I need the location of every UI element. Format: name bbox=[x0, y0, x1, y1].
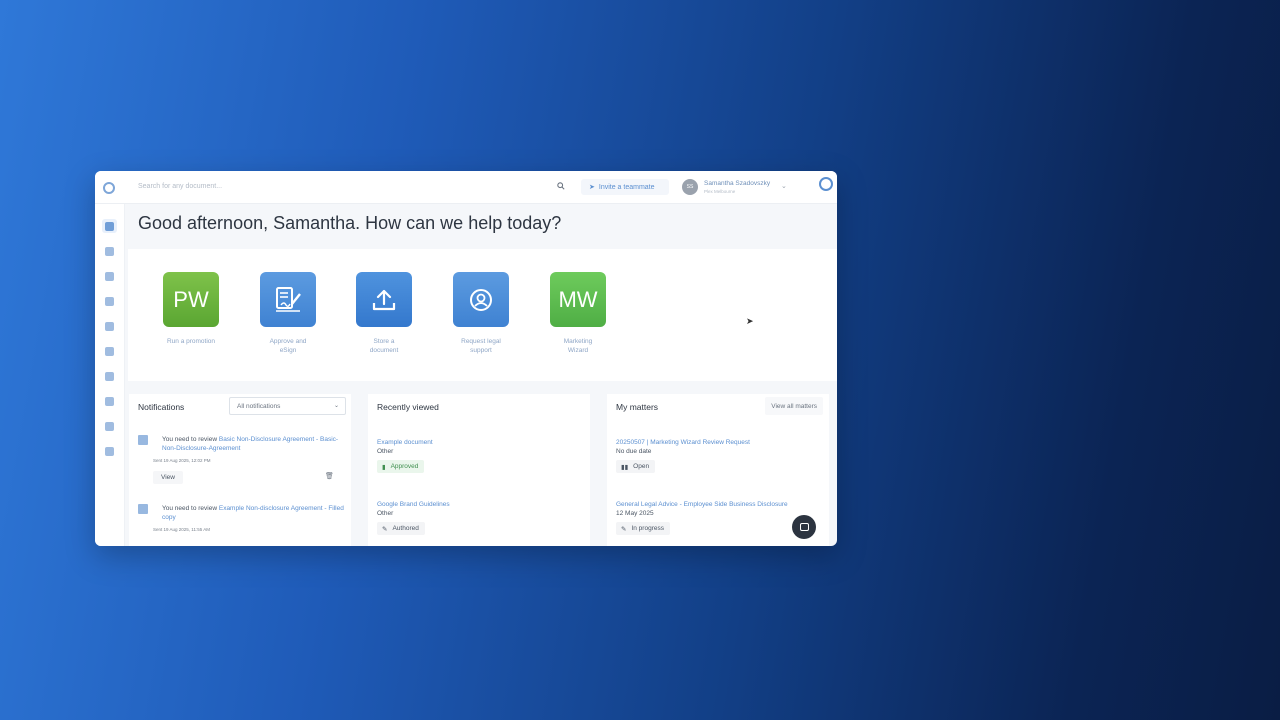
person-icon bbox=[453, 272, 509, 327]
home-icon[interactable] bbox=[105, 222, 114, 231]
status-badge: ▮▮ Open bbox=[616, 460, 656, 473]
book-icon[interactable] bbox=[105, 322, 114, 331]
tile-label: Approve and eSign bbox=[269, 338, 307, 354]
notification-date: Sent 19 Aug 2025, 11:55 AM bbox=[153, 527, 210, 532]
search-input[interactable]: Search for any document... bbox=[138, 183, 222, 190]
tile-store-document[interactable]: Store a document bbox=[356, 272, 412, 355]
notification-text: You need to review Example Non-disclosur… bbox=[162, 505, 344, 521]
notifications-filter-select[interactable]: All notifications ⌄ bbox=[229, 397, 346, 415]
chevron-down-icon[interactable]: ⌄ bbox=[781, 182, 787, 190]
sidebar: › bbox=[95, 204, 125, 546]
matter-link[interactable]: 20250507 | Marketing Wizard Review Reque… bbox=[616, 439, 750, 446]
quick-actions: PW Run a promotion Approve and eSign Sto… bbox=[128, 249, 837, 381]
document-icon bbox=[138, 504, 148, 514]
compass-icon[interactable] bbox=[105, 422, 114, 431]
book-icon: ▮▮ bbox=[621, 463, 629, 471]
user-org: Plex Melbourne bbox=[704, 189, 736, 194]
grid-icon[interactable] bbox=[105, 347, 114, 356]
matter-link[interactable]: General Legal Advice - Employee Side Bus… bbox=[616, 501, 788, 508]
notifications-title: Notifications bbox=[138, 402, 185, 412]
status-badge: ✎ In progress bbox=[616, 522, 670, 535]
user-name[interactable]: Samantha Szadovszky bbox=[704, 180, 770, 187]
view-button[interactable]: View bbox=[153, 471, 183, 484]
document-icon: ▮ bbox=[382, 463, 386, 471]
chevron-down-icon: ⌄ bbox=[333, 403, 339, 409]
tile-label: Run a promotion bbox=[166, 338, 216, 345]
matters-title: My matters bbox=[616, 402, 659, 412]
send-icon: ➤ bbox=[589, 184, 595, 191]
notifications-panel: Notifications All notifications ⌄ You ne… bbox=[129, 394, 351, 546]
status-badge: ▮ Approved bbox=[377, 460, 425, 473]
upload-icon bbox=[356, 272, 412, 327]
recent-item-type: Other bbox=[377, 448, 394, 455]
tile-label: Request legal support bbox=[461, 338, 501, 354]
page-title: Good afternoon, Samantha. How can we hel… bbox=[138, 213, 562, 233]
app-logo-icon[interactable] bbox=[103, 182, 115, 194]
recent-item-link[interactable]: Example document bbox=[377, 439, 433, 446]
sign-document-icon bbox=[260, 272, 316, 327]
pencil-icon: ✎ bbox=[621, 525, 627, 533]
invite-teammate-button[interactable]: ➤ Invite a teammate bbox=[581, 179, 669, 195]
tile-run-promotion[interactable]: PW Run a promotion bbox=[163, 272, 219, 346]
top-bar: Search for any document... ➤ Invite a te… bbox=[95, 171, 837, 204]
tile-approve-esign[interactable]: Approve and eSign bbox=[260, 272, 316, 355]
status-badge: ✎ Authored bbox=[377, 522, 425, 535]
trash-icon[interactable]: 🗑 bbox=[325, 472, 334, 480]
document-icon bbox=[138, 435, 148, 445]
mw-icon: MW bbox=[550, 272, 606, 327]
brand-logo-icon bbox=[819, 177, 833, 191]
tile-marketing-wizard[interactable]: MW Marketing Wizard bbox=[550, 272, 606, 355]
recently-viewed-panel: Recently viewed Example document Other ▮… bbox=[368, 394, 590, 546]
matter-due: 12 May 2025 bbox=[616, 510, 654, 517]
mouse-cursor-icon: ➤ bbox=[746, 316, 754, 326]
megaphone-icon[interactable] bbox=[105, 297, 114, 306]
view-all-matters-button[interactable]: View all matters bbox=[765, 397, 823, 415]
pw-icon: PW bbox=[163, 272, 219, 327]
recent-item-type: Other bbox=[377, 510, 394, 517]
recent-item-link[interactable]: Google Brand Guidelines bbox=[377, 501, 450, 508]
chat-button[interactable] bbox=[792, 515, 816, 539]
search-icon[interactable] bbox=[557, 182, 565, 190]
notification-text: You need to review Basic Non-Disclosure … bbox=[162, 436, 339, 452]
chart-icon[interactable] bbox=[105, 372, 114, 381]
invite-teammate-label: Invite a teammate bbox=[598, 183, 655, 191]
app-window: Search for any document... ➤ Invite a te… bbox=[95, 171, 837, 546]
filter-value: All notifications bbox=[237, 402, 281, 410]
notification-date: Sent 19 Aug 2025, 12:02 PM bbox=[153, 458, 211, 463]
matter-due: No due date bbox=[616, 448, 652, 455]
avatar[interactable]: SS bbox=[682, 179, 698, 195]
chat-icon bbox=[799, 523, 809, 531]
document-icon[interactable] bbox=[105, 247, 114, 256]
tile-label: Store a document bbox=[369, 338, 399, 354]
tile-request-legal[interactable]: Request legal support bbox=[453, 272, 509, 355]
author-icon: ✎ bbox=[382, 525, 388, 533]
gear-icon[interactable] bbox=[105, 397, 114, 406]
tile-label: Marketing Wizard bbox=[563, 338, 593, 354]
recently-viewed-title: Recently viewed bbox=[377, 402, 439, 412]
help-icon[interactable] bbox=[105, 447, 114, 456]
layers-icon[interactable] bbox=[105, 272, 114, 281]
